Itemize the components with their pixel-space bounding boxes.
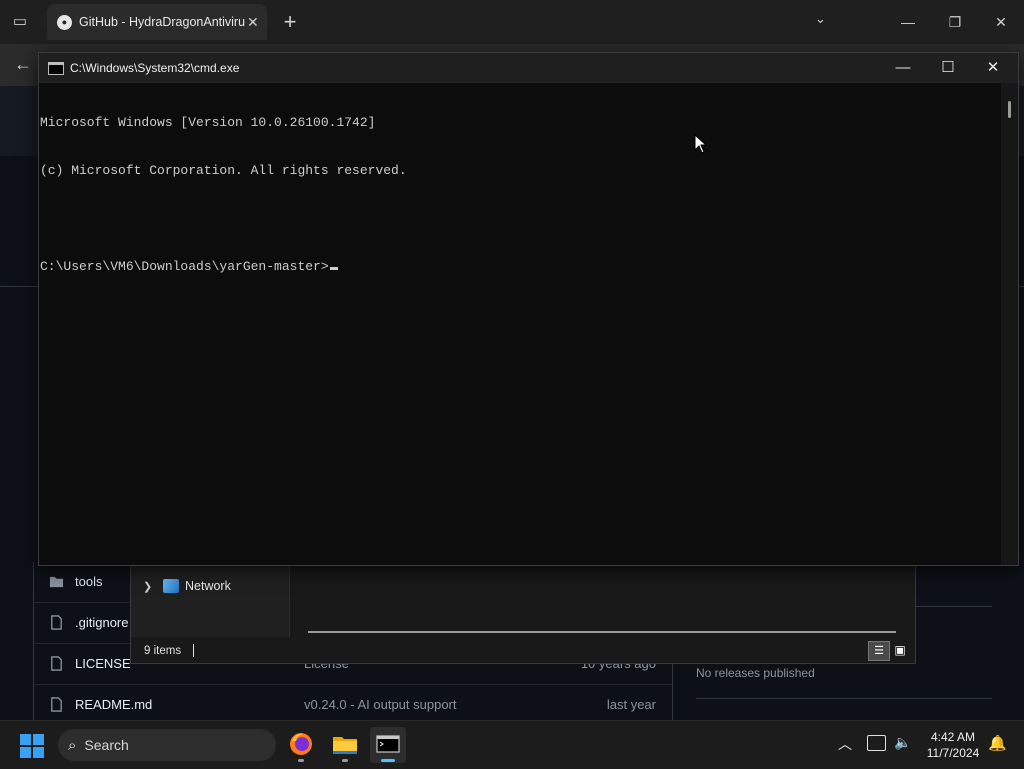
search-icon: ⌕ (68, 736, 77, 754)
running-indicator (342, 759, 348, 762)
cmd-minimize-button[interactable]: — (880, 53, 926, 83)
browser-minimize-button[interactable]: — (893, 8, 923, 36)
file-icon (51, 656, 62, 671)
text-cursor (329, 267, 338, 270)
horizontal-scrollbar[interactable] (308, 631, 896, 633)
tab-github[interactable]: ● GitHub - HydraDragonAntivirus ✕ (47, 4, 267, 40)
tab-actions-icon[interactable]: ▭ (10, 12, 30, 32)
chevron-right-icon[interactable]: ❯ (143, 580, 157, 593)
mouse-pointer-icon (694, 134, 708, 154)
cmd-title-bar[interactable]: C:\Windows\System32\cmd.exe — ☐ ✕ (39, 53, 1018, 83)
browser-tab-bar: ▭ ● GitHub - HydraDragonAntivirus ✕ + ⌄ … (0, 0, 1024, 44)
system-clock[interactable]: 4:42 AM 11/7/2024 (922, 729, 984, 761)
tab-list-chevron-icon[interactable]: ⌄ (815, 11, 826, 27)
nav-item-label: Network (185, 579, 231, 593)
terminal-icon (48, 62, 64, 75)
releases-text: No releases published (696, 666, 815, 680)
clock-date: 11/7/2024 (926, 746, 980, 760)
details-view-icon[interactable]: ☰ (868, 641, 890, 661)
file-icon (51, 615, 62, 630)
file-icon (51, 697, 62, 712)
cmd-title: C:\Windows\System32\cmd.exe (70, 61, 240, 75)
file-explorer-window: ❯ Network 9 items ☰ ▣ (130, 564, 916, 664)
file-name[interactable]: .gitignore (75, 615, 128, 630)
console-line: Microsoft Windows [Version 10.0.26100.17… (40, 115, 376, 130)
navigation-pane: ❯ Network (131, 565, 290, 637)
search-placeholder: Search (84, 737, 129, 753)
console-line: (c) Microsoft Corporation. All rights re… (40, 163, 407, 178)
file-name[interactable]: tools (75, 574, 102, 589)
close-tab-icon[interactable]: ✕ (247, 14, 259, 31)
taskbar-file-explorer[interactable] (327, 727, 363, 763)
prompt-text: C:\Users\VM6\Downloads\yarGen-master> (40, 259, 329, 274)
cmd-maximize-button[interactable]: ☐ (925, 53, 971, 83)
status-item-count: 9 items (144, 645, 182, 657)
divider (696, 698, 992, 699)
taskbar-terminal[interactable] (370, 727, 406, 763)
clock-time: 4:42 AM (930, 730, 976, 744)
active-indicator (381, 759, 395, 762)
vertical-scrollbar[interactable] (1001, 83, 1018, 565)
commit-message[interactable]: v0.24.0 - AI output support (304, 697, 457, 712)
folder-icon (49, 576, 64, 588)
nav-item-network[interactable]: ❯ Network (143, 579, 231, 593)
cmd-close-button[interactable]: ✕ (970, 53, 1016, 83)
file-name[interactable]: README.md (75, 697, 152, 712)
browser-restore-button[interactable]: ❐ (940, 8, 970, 36)
network-icon (163, 579, 179, 593)
prompt-line[interactable]: C:\Users\VM6\Downloads\yarGen-master> (40, 259, 1001, 275)
commit-date: last year (606, 697, 656, 712)
taskbar-firefox[interactable] (283, 727, 319, 763)
cmd-console[interactable]: Microsoft Windows [Version 10.0.26100.17… (39, 83, 1001, 565)
volume-muted-icon[interactable]: 🔈 (894, 734, 911, 751)
taskbar: ⌕ Search ︿ 🔈 4:42 AM 11/7/2024 🔔 (0, 720, 1024, 769)
firefox-icon (290, 733, 312, 755)
large-icons-view-icon[interactable]: ▣ (890, 641, 910, 659)
github-icon: ● (57, 14, 72, 30)
back-icon[interactable]: ← (14, 54, 32, 75)
file-name[interactable]: LICENSE (75, 656, 131, 671)
windows-start-icon[interactable] (20, 734, 44, 758)
browser-close-button[interactable]: ✕ (986, 8, 1016, 36)
running-indicator (298, 759, 304, 762)
show-hidden-icons-chevron-icon[interactable]: ︿ (838, 734, 852, 754)
new-tab-button[interactable]: + (279, 9, 301, 35)
notification-bell-icon[interactable]: 🔔 (988, 734, 1007, 752)
taskbar-search[interactable]: ⌕ Search (58, 729, 276, 761)
network-status-icon[interactable] (867, 735, 886, 751)
tab-title: GitHub - HydraDragonAntivirus (79, 15, 245, 29)
cmd-window: C:\Windows\System32\cmd.exe — ☐ ✕ Micros… (38, 52, 1019, 566)
file-explorer-icon (333, 737, 357, 754)
status-divider (193, 644, 194, 657)
scrollbar-thumb[interactable] (1008, 101, 1011, 118)
terminal-icon (376, 735, 400, 753)
